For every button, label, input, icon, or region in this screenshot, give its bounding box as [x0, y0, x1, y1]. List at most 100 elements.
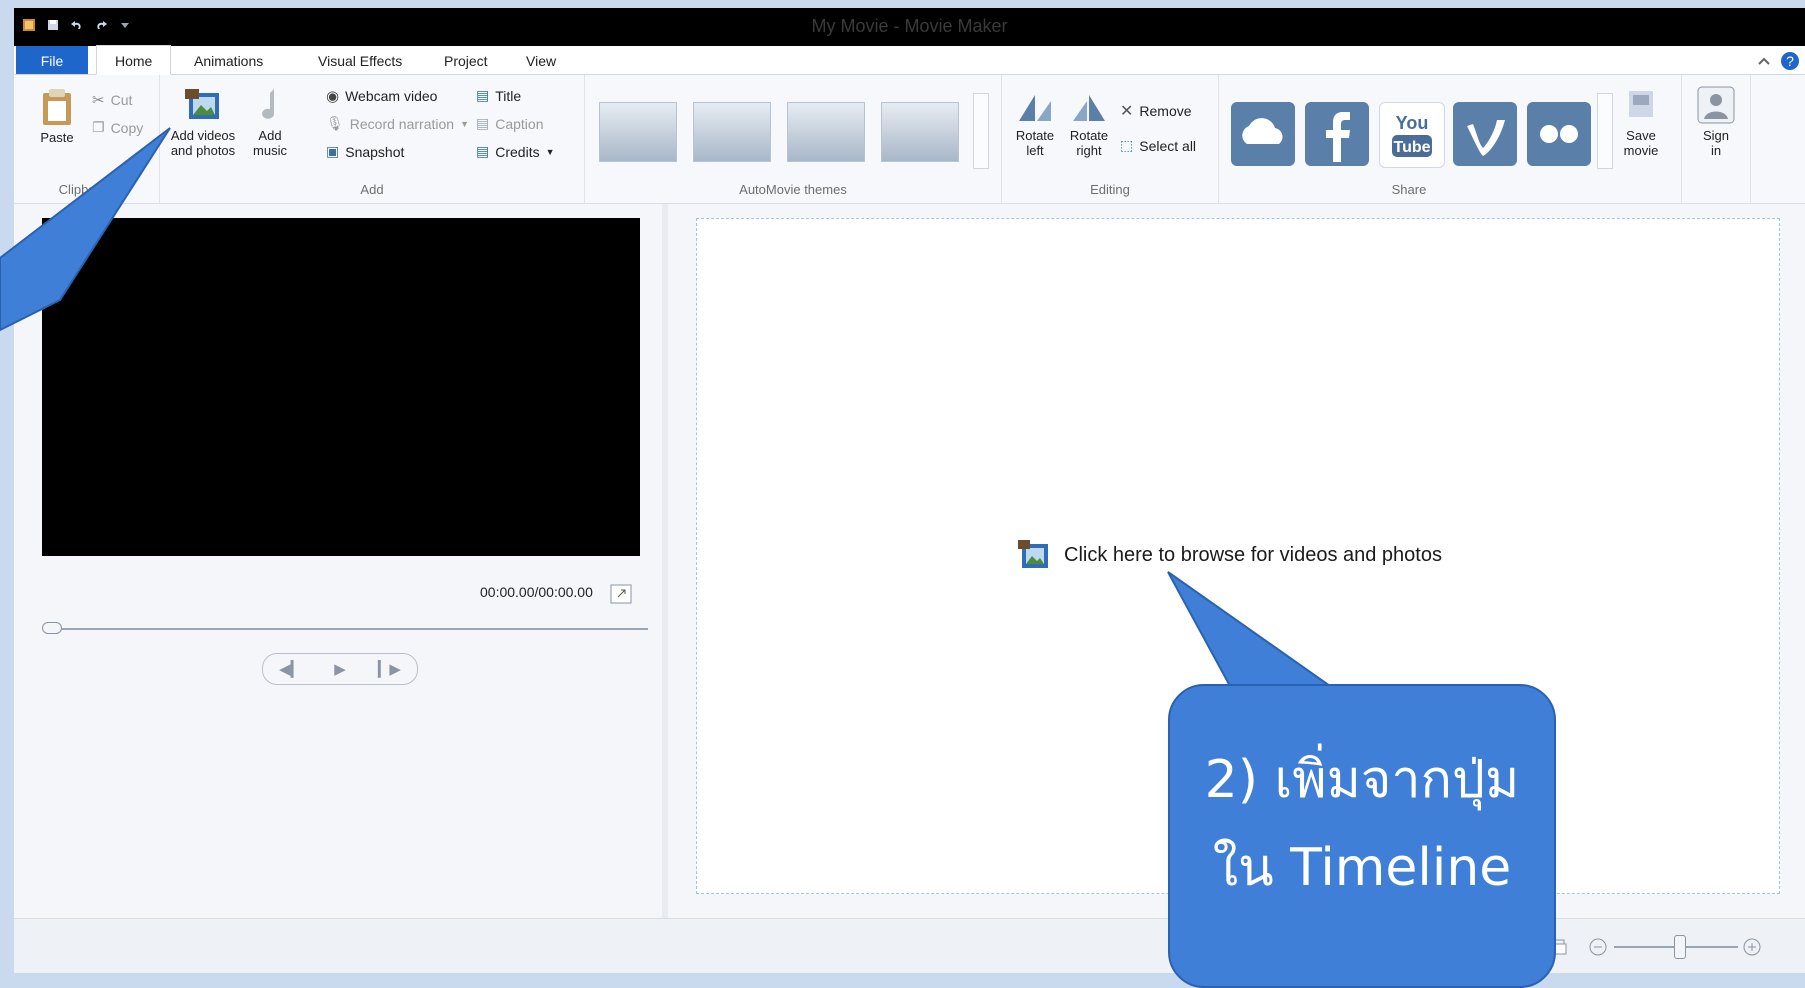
cut-button[interactable]: ✂ Cut	[92, 91, 132, 109]
rotate-left-icon	[1019, 95, 1051, 121]
snapshot-icon: ▣	[326, 143, 340, 159]
rotate-right-label-2: right	[1076, 143, 1102, 158]
webcam-video-button[interactable]: ◉ Webcam video	[326, 87, 437, 105]
add-music-button[interactable]: Add music	[246, 85, 294, 158]
seek-bar[interactable]	[46, 628, 648, 630]
record-narration-label: Record narration	[349, 115, 455, 132]
sign-in-label-1: Sign	[1702, 128, 1730, 143]
title-button[interactable]: ▤ Title	[476, 87, 521, 104]
browse-media-text: Click here to browse for videos and phot…	[1064, 543, 1442, 566]
annotation-callout: 2) เพิ่มจากปุ่ม ใน Timeline	[1168, 684, 1556, 988]
paste-label: Paste	[40, 130, 74, 145]
playback-time: 00:00.00/00:00.00	[480, 584, 593, 600]
remove-label: Remove	[1139, 103, 1192, 119]
ribbon-tabs: File Home Animations Visual Effects Proj…	[14, 45, 1805, 75]
callout-line-1: 2) เพิ่มจากปุ่ม	[1204, 750, 1520, 810]
zoom-slider-thumb[interactable]	[1674, 935, 1686, 959]
theme-thumbnail[interactable]	[599, 102, 677, 162]
cut-label: Cut	[110, 92, 133, 108]
rotate-right-button[interactable]: Rotate right	[1064, 89, 1114, 158]
previous-frame-icon[interactable]: ◀▎	[279, 660, 302, 678]
tab-visual-effects[interactable]: Visual Effects	[300, 46, 420, 74]
sign-in-label-2: in	[1710, 143, 1722, 158]
save-movie-button[interactable]: Save movie	[1615, 85, 1667, 158]
film-photo-icon	[1018, 540, 1048, 568]
editing-group-label: Editing	[1090, 182, 1130, 197]
svg-text:You: You	[1396, 113, 1429, 133]
copy-label: Copy	[110, 119, 144, 136]
fullscreen-preview-icon[interactable]	[610, 584, 632, 604]
rotate-left-button[interactable]: Rotate left	[1010, 89, 1060, 158]
select-all-button[interactable]: ⬚ Select all	[1120, 137, 1196, 154]
tab-animations[interactable]: Animations	[176, 46, 281, 74]
pane-splitter[interactable]	[662, 204, 668, 922]
sign-in-button[interactable]: Sign in	[1692, 85, 1740, 158]
zoom-in-icon[interactable]	[1742, 937, 1762, 957]
seek-thumb[interactable]	[42, 622, 62, 634]
browse-media-link[interactable]: Click here to browse for videos and phot…	[1018, 538, 1442, 572]
play-icon[interactable]: ▶	[334, 660, 346, 678]
dropdown-arrow-icon: ▼	[460, 118, 469, 129]
remove-icon: ✕	[1120, 103, 1134, 120]
theme-thumbnail[interactable]	[881, 102, 959, 162]
title-bar: My Movie - Movie Maker	[14, 8, 1805, 46]
tab-home[interactable]: Home	[96, 45, 172, 75]
playback-controls: ◀▎ ▶ ▎▶	[262, 653, 418, 685]
theme-thumbnail[interactable]	[787, 102, 865, 162]
user-icon	[1697, 86, 1735, 124]
title-label: Title	[495, 87, 522, 104]
theme-thumbnail[interactable]	[693, 102, 771, 162]
credits-button[interactable]: ▤ Credits ▼	[476, 143, 555, 160]
music-note-icon	[262, 89, 275, 119]
automovie-themes-group: AutoMovie themes	[585, 75, 1002, 203]
svg-text:?: ?	[1786, 53, 1794, 69]
tab-view[interactable]: View	[508, 46, 574, 74]
collapse-ribbon-icon[interactable]	[1756, 54, 1772, 70]
flickr-icon[interactable]	[1527, 102, 1591, 166]
sign-in-group: Sign in	[1682, 75, 1751, 203]
automovie-themes-label: AutoMovie themes	[739, 182, 847, 197]
caption-button[interactable]: ▤ Caption	[476, 115, 544, 132]
add-videos-label-2: and photos	[170, 143, 236, 158]
webcam-icon: ◉	[326, 88, 340, 105]
add-music-label-2: music	[253, 143, 287, 158]
rotate-right-icon	[1073, 95, 1105, 121]
microphone-icon: 🎙	[326, 115, 344, 131]
cut-icon: ✂	[92, 92, 105, 109]
vimeo-icon[interactable]	[1453, 102, 1517, 166]
film-photo-icon	[185, 89, 219, 119]
save-movie-label-2: movie	[1623, 143, 1659, 158]
tab-file[interactable]: File	[16, 46, 88, 74]
copy-button[interactable]: ❐ Copy	[92, 119, 143, 136]
record-narration-button[interactable]: 🎙 Record narration ▼	[326, 115, 469, 132]
share-group: You Tube Save movie Share	[1219, 75, 1682, 203]
add-videos-photos-button[interactable]: Add videos and photos	[164, 85, 242, 158]
rotate-right-label-1: Rotate	[1069, 128, 1109, 143]
remove-button[interactable]: ✕ Remove	[1120, 101, 1192, 121]
help-icon[interactable]: ?	[1780, 51, 1800, 71]
callout-line-2: ใน Timeline	[1212, 838, 1512, 898]
tab-project[interactable]: Project	[426, 46, 506, 74]
video-preview	[42, 218, 640, 556]
caption-icon: ▤	[476, 115, 490, 131]
window-title: My Movie - Movie Maker	[811, 16, 1008, 36]
zoom-out-icon[interactable]	[1588, 937, 1608, 957]
onedrive-icon[interactable]	[1231, 102, 1295, 166]
paste-button[interactable]: Paste	[36, 87, 78, 145]
clipboard-group-label: Clipboard	[58, 182, 115, 197]
rotate-left-label-1: Rotate	[1015, 128, 1055, 143]
share-group-label: Share	[1391, 182, 1427, 197]
svg-text:Tube: Tube	[1393, 139, 1430, 156]
themes-gallery-scrollbar[interactable]	[973, 93, 989, 169]
add-group: Add videos and photos Add music ◉ Webcam…	[160, 75, 585, 203]
dropdown-arrow-icon: ▼	[545, 146, 555, 157]
youtube-icon[interactable]: You Tube	[1379, 102, 1445, 168]
credits-label: Credits	[495, 143, 540, 160]
add-music-label-1: Add	[258, 128, 282, 143]
facebook-icon[interactable]	[1305, 102, 1369, 166]
share-gallery-scrollbar[interactable]	[1597, 93, 1613, 169]
snapshot-button[interactable]: ▣ Snapshot	[326, 143, 404, 160]
copy-icon: ❐	[92, 119, 105, 135]
rotate-left-label-2: left	[1026, 143, 1044, 158]
next-frame-icon[interactable]: ▎▶	[378, 660, 401, 678]
